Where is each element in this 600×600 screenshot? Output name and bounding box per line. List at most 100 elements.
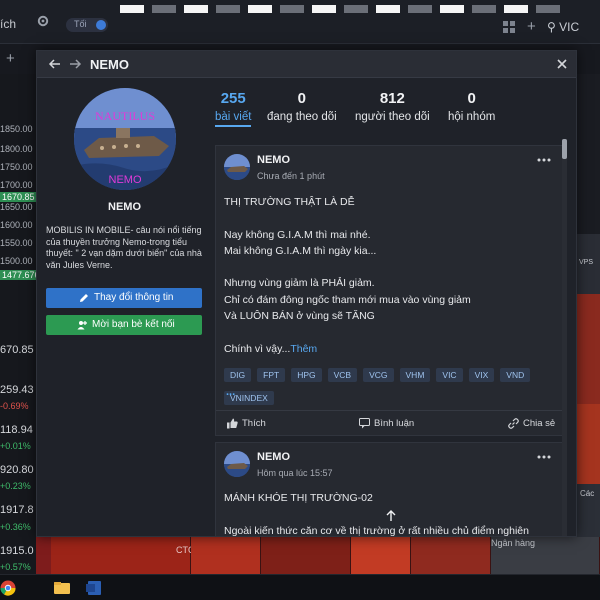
tag-chip[interactable]: VND xyxy=(500,368,531,382)
scroll-to-top-icon[interactable] xyxy=(385,510,397,522)
profile-modal: NEMO NAUTILUS NEMO NEMO MOBILIS IN MOBIL… xyxy=(36,50,577,537)
submarine-image xyxy=(224,451,250,477)
stat-followers-label: người theo dõi xyxy=(355,111,430,123)
add-tab-icon[interactable]: + xyxy=(6,50,15,67)
tag-chip[interactable]: VIX xyxy=(468,368,495,382)
forward-arrow-icon[interactable] xyxy=(67,56,83,72)
tag-chip[interactable]: FPT xyxy=(257,368,286,382)
os-taskbar xyxy=(0,574,600,600)
post-line: Mai không G.I.A.M thì ngày kia... xyxy=(224,244,377,257)
price-label: 1600.00 xyxy=(0,220,33,230)
stat-groups[interactable]: 0 hội nhóm xyxy=(448,90,495,123)
tag-chip[interactable]: HPG xyxy=(291,368,322,382)
pencil-icon xyxy=(80,294,88,302)
price-label: 1500.00 xyxy=(0,256,33,266)
stat-followers[interactable]: 812 người theo dõi xyxy=(355,90,430,123)
profile-avatar[interactable]: NAUTILUS NEMO xyxy=(74,88,176,190)
see-more-link[interactable]: Thêm xyxy=(290,343,317,355)
index-value: 670.85 xyxy=(0,344,34,356)
panel-cell: Các xyxy=(577,484,600,537)
index-change: +0.36% xyxy=(0,522,31,532)
heatmap-label: Ngân hàng xyxy=(491,538,536,548)
submarine-image xyxy=(224,154,250,180)
price-label: 1550.00 xyxy=(0,238,33,248)
feed-scrollbar[interactable] xyxy=(562,139,567,536)
stat-groups-count: 0 xyxy=(467,90,476,107)
post-feed: NEMO Chưa đến 1 phút THỊ TRƯỜNG THẬT LÀ … xyxy=(213,139,568,536)
theme-toggle[interactable]: Tối xyxy=(66,18,108,32)
vps-label: VPS xyxy=(579,259,594,266)
browser-tabs-strip xyxy=(120,0,590,13)
chrome-icon[interactable] xyxy=(0,580,16,596)
share-label: Chia sẻ xyxy=(523,418,556,429)
modal-header: NEMO xyxy=(37,51,576,78)
post-line: Nay không G.I.A.M thì mai nhé. xyxy=(224,228,371,241)
app-label: ích xyxy=(0,17,17,31)
post-line xyxy=(224,259,559,275)
heatmap-cell xyxy=(191,537,261,574)
heatmap-label: Các xyxy=(580,489,595,498)
tag-chip[interactable]: DIG xyxy=(224,368,252,382)
post-author[interactable]: NEMO xyxy=(257,154,290,166)
post-line: THỊ TRƯỜNG THẬT LÀ DỄ xyxy=(224,196,355,208)
scrollbar-thumb[interactable] xyxy=(562,139,567,159)
theme-toggle-label: Tối xyxy=(74,19,87,29)
post-line: MÁNH KHÓE THỊ TRƯỜNG-02 xyxy=(224,492,373,504)
symbol-search[interactable]: ⚲ VIC xyxy=(547,20,579,34)
invite-friends-button[interactable]: Mời bạn bè kết nối xyxy=(46,315,202,335)
post-line-text: Chính vì vậy... xyxy=(224,342,291,355)
stat-followers-count: 812 xyxy=(379,90,405,107)
post-tags: DIG FPT HPG VCB VCG VHM VIC VIX VNDVNINDEX xyxy=(224,365,559,411)
add-icon[interactable]: + xyxy=(527,18,536,35)
tag-chip[interactable]: VCB xyxy=(327,368,358,382)
grid-icon[interactable] xyxy=(503,21,515,33)
share-link-icon xyxy=(508,418,519,429)
stat-posts[interactable]: 255 bài viết xyxy=(215,90,252,127)
index-change: -0.69% xyxy=(0,401,29,411)
post-card: NEMO Chưa đến 1 phút THỊ TRƯỜNG THẬT LÀ … xyxy=(215,145,566,436)
close-icon[interactable] xyxy=(555,57,569,71)
stat-following-label: đang theo dõi xyxy=(267,111,337,123)
stat-following[interactable]: 0 đang theo dõi xyxy=(267,90,337,123)
word-icon[interactable] xyxy=(86,580,102,596)
heatmap-cell xyxy=(411,537,491,574)
edit-profile-button[interactable]: Thay đổi thông tin xyxy=(46,288,202,308)
gear-icon[interactable] xyxy=(36,14,50,28)
more-tags-button[interactable]: ... xyxy=(226,386,235,398)
like-label: Thích xyxy=(242,418,266,429)
post-line: Và LUÔN BÁN ở vùng sẽ TĂNG xyxy=(224,310,375,323)
post-line: Chỉ có đám đông ngốc tham mới mua vào vù… xyxy=(224,293,471,306)
tag-chip[interactable]: VHM xyxy=(399,368,431,382)
post-avatar[interactable] xyxy=(224,451,250,477)
heatmap-cell xyxy=(261,537,351,574)
price-label: 1850.00 xyxy=(0,124,33,134)
tag-chip[interactable]: VCG xyxy=(363,368,394,382)
right-tools: + ⚲ VIC xyxy=(495,18,600,36)
post-line: Ngoài kiến thức căn cơ về thị trường ở r… xyxy=(224,524,529,536)
more-options-icon[interactable] xyxy=(537,454,551,460)
bottom-heatmap: CTG Ngân hàng xyxy=(36,537,600,574)
heatmap-cell: CTG xyxy=(51,537,195,574)
index-change: +0.01% xyxy=(0,441,31,451)
post-line: Nhưng vùng giảm là PHẢI giảm. xyxy=(224,277,375,290)
stat-posts-count: 255 xyxy=(220,90,246,107)
price-label: 1650.00 xyxy=(0,202,33,212)
more-options-icon[interactable] xyxy=(537,157,551,163)
symbol-search-text: VIC xyxy=(559,20,580,34)
right-heatmap-panel: Các VPS xyxy=(577,74,600,537)
tag-chip[interactable]: VIC xyxy=(436,368,463,382)
stat-groups-label: hội nhóm xyxy=(448,111,496,123)
avatar-text-top: NAUTILUS xyxy=(95,109,155,123)
post-avatar[interactable] xyxy=(224,154,250,180)
comment-label: Bình luận xyxy=(374,418,415,429)
folder-icon[interactable] xyxy=(54,580,70,596)
stat-posts-label: bài viết xyxy=(215,111,252,127)
price-label-current: 1670.85 xyxy=(0,192,37,202)
back-arrow-icon[interactable] xyxy=(47,56,63,72)
index-value: 920.80 xyxy=(0,464,34,476)
stat-following-count: 0 xyxy=(297,90,307,107)
index-value: 1917.8 xyxy=(0,504,34,516)
comment-icon xyxy=(359,418,370,429)
post-author[interactable]: NEMO xyxy=(257,451,290,463)
index-change: +0.23% xyxy=(0,481,31,491)
